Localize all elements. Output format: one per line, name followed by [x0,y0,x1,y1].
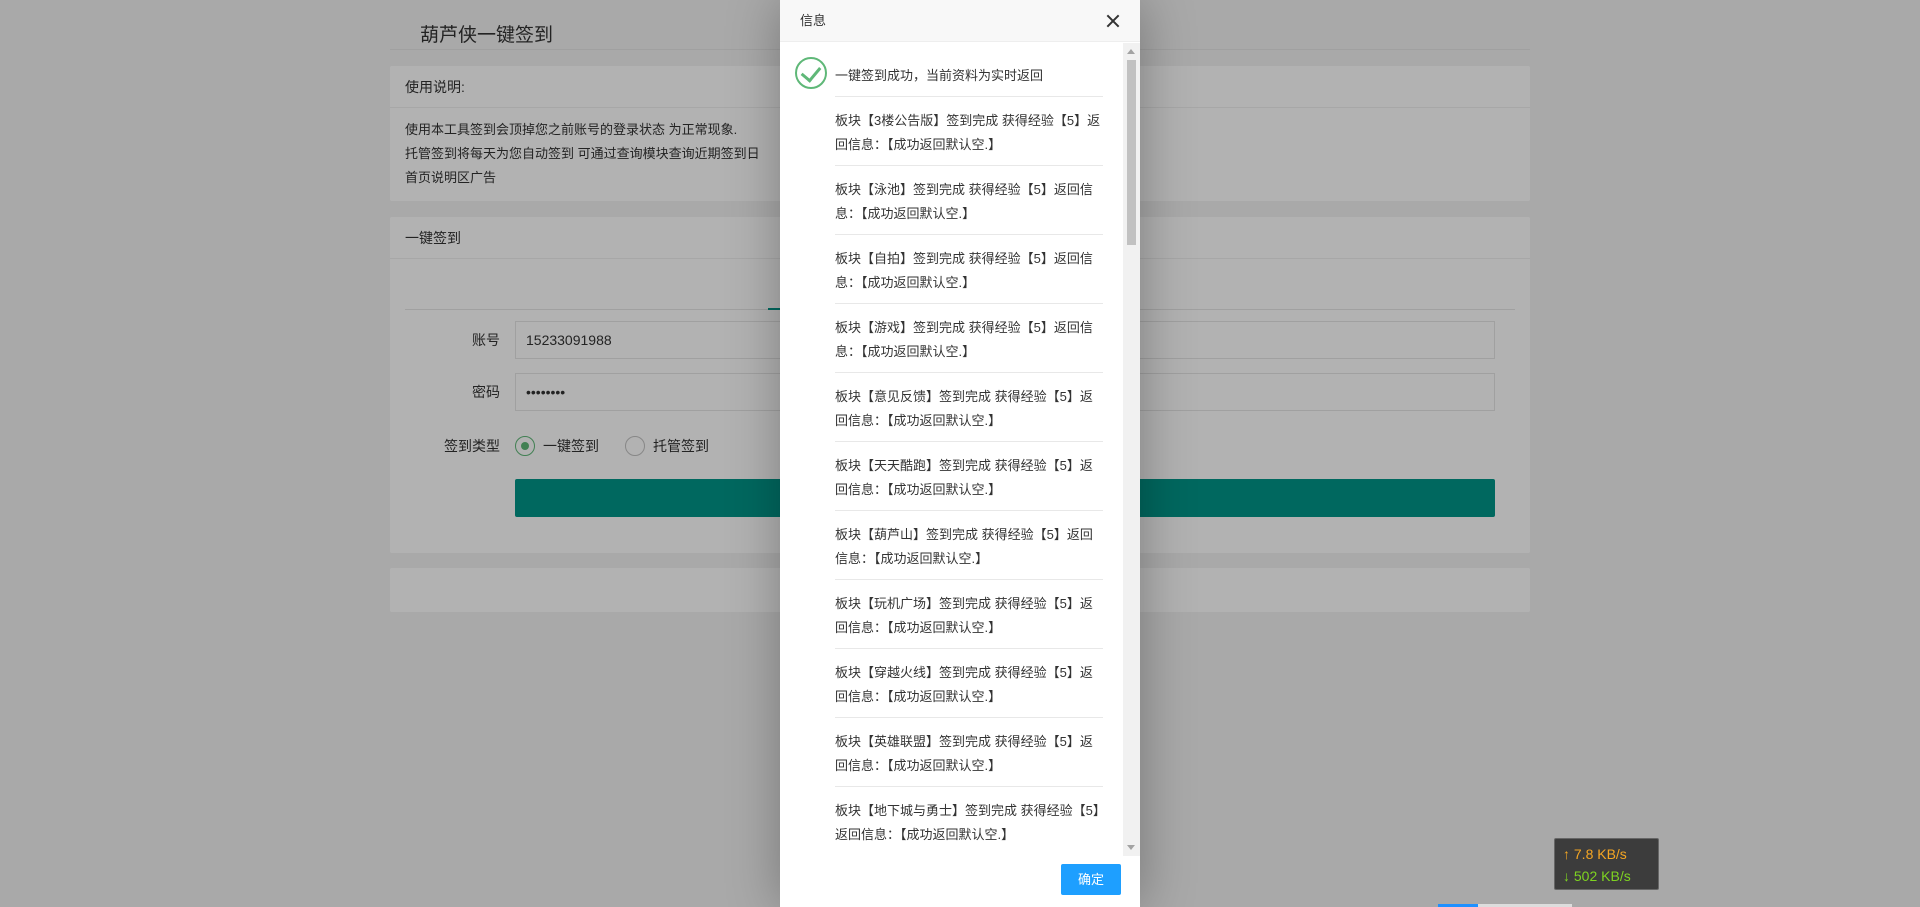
network-speed-widget: ↑ 7.8 KB/s ↓ 502 KB/s [1554,838,1659,890]
list-item: 板块【泳池】签到完成 获得经验【5】返回信息：【成功返回默认空.】 [835,165,1103,234]
list-item: 板块【自拍】签到完成 获得经验【5】返回信息：【成功返回默认空.】 [835,234,1103,303]
download-speed: ↓ 502 KB/s [1563,868,1631,884]
dialog-title: 信息 [780,0,1140,42]
list-item: 板块【地下城与勇士】签到完成 获得经验【5】返回信息：【成功返回默认空.】 [835,786,1103,855]
upload-speed: ↑ 7.8 KB/s [1563,846,1627,862]
scroll-thumb[interactable] [1127,60,1136,245]
list-item: 板块【意见反馈】签到完成 获得经验【5】返回信息：【成功返回默认空.】 [835,372,1103,441]
list-item: 板块【3楼公告版】签到完成 获得经验【5】返回信息：【成功返回默认空.】 [835,96,1103,165]
list-item: 板块【游戏】签到完成 获得经验【5】返回信息：【成功返回默认空.】 [835,303,1103,372]
list-item: 板块【穿越火线】签到完成 获得经验【5】返回信息：【成功返回默认空.】 [835,648,1103,717]
ok-button[interactable]: 确定 [1061,864,1121,895]
list-item: 板块【天天酷跑】签到完成 获得经验【5】返回信息：【成功返回默认空.】 [835,441,1103,510]
scroll-down-icon[interactable] [1127,845,1135,850]
dialog-body[interactable]: 一键签到成功，当前资料为实时返回 板块【3楼公告版】签到完成 获得经验【5】返回… [780,43,1140,856]
close-icon[interactable] [1104,12,1122,30]
list-item: 板块【英雄联盟】签到完成 获得经验【5】返回信息：【成功返回默认空.】 [835,717,1103,786]
message-list: 板块【3楼公告版】签到完成 获得经验【5】返回信息：【成功返回默认空.】 板块【… [835,96,1103,855]
page: 葫芦侠一键签到 使用说明: 使用本工具签到会顶掉您之前账号的登录状态 为正常现象… [0,0,1920,907]
list-item: 板块【葫芦山】签到完成 获得经验【5】返回信息：【成功返回默认空.】 [835,510,1103,579]
dialog-head-message: 一键签到成功，当前资料为实时返回 [835,68,1044,83]
list-item: 板块【玩机广场】签到完成 获得经验【5】返回信息：【成功返回默认空.】 [835,579,1103,648]
info-dialog: 信息 一键签到成功，当前资料为实时返回 板块【3楼公告版】签到完成 获得经验【5… [780,0,1140,907]
dialog-scrollbar[interactable] [1123,43,1140,856]
scroll-up-icon[interactable] [1127,49,1135,54]
check-circle-icon [795,57,827,89]
